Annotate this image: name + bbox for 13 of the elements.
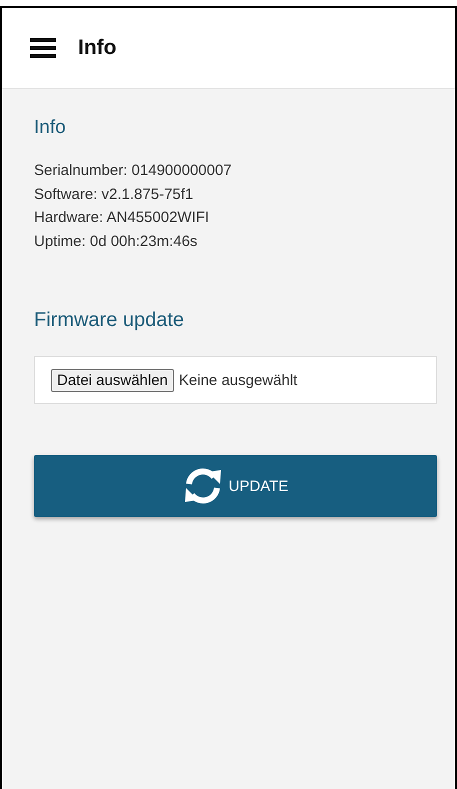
- info-line: Software: v2.1.875-75f1: [34, 184, 194, 204]
- info-line: Hardware: AN455002WIFI: [34, 208, 210, 228]
- section-heading: Info: [34, 117, 67, 139]
- menu-icon[interactable]: [30, 38, 56, 58]
- page-title: Info: [78, 36, 116, 60]
- file-status: Keine ausgewählt: [178, 372, 298, 388]
- info-line: Uptime: 0d 00h:23m:46s: [34, 232, 198, 251]
- info-line: Serialnumber: 014900000007: [34, 161, 233, 180]
- refresh-icon: [182, 468, 223, 504]
- update-button[interactable]: UPDATE: [34, 455, 437, 517]
- section-heading: Firmware update: [34, 309, 186, 332]
- file-input-field[interactable]: Datei auswählen Keine ausgewählt: [34, 356, 437, 404]
- choose-file-button[interactable]: Datei auswählen: [51, 368, 174, 392]
